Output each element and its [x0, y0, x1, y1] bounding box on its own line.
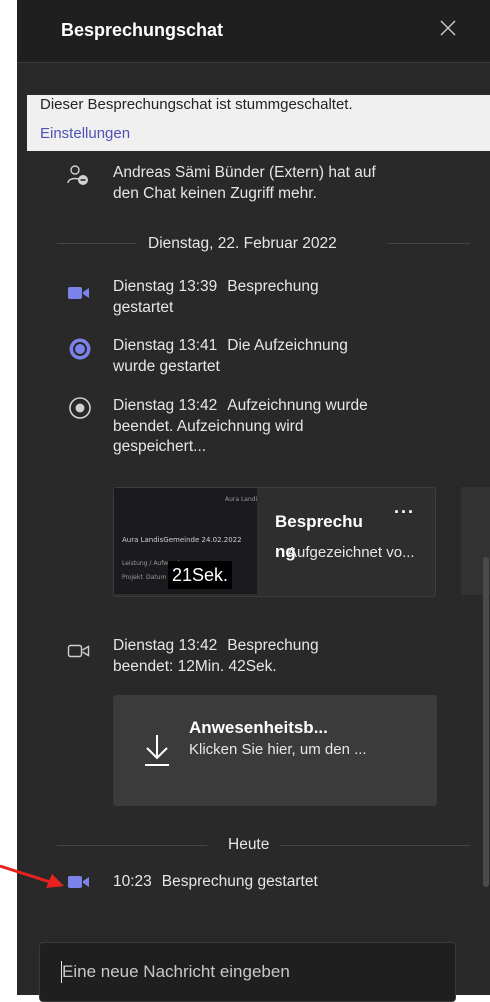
thumbnail-header: Aura Landi [225, 496, 258, 503]
person-removed-icon [67, 165, 88, 185]
today-divider-label: Heute [228, 836, 270, 853]
thumbnail-line: Datum [146, 574, 167, 581]
date-divider-label: Dienstag, 22. Februar 2022 [148, 235, 337, 252]
event-time: Dienstag 13:42 [113, 397, 218, 414]
message-placeholder: Eine neue Nachricht eingeben [62, 962, 290, 981]
recording-icon [69, 338, 91, 360]
today-divider-left [57, 845, 207, 846]
event-time: Dienstag 13:41 [113, 337, 218, 354]
video-camera-icon [68, 287, 89, 299]
recording-card-title: Besprechu [275, 512, 363, 531]
thumbnail-heading: Aura LandisGemeinde 24.02.2022 [122, 536, 242, 544]
thumbnail-line: Projekt [122, 574, 143, 581]
date-divider-left [57, 243, 136, 244]
event-time: Dienstag 13:39 [113, 278, 218, 295]
event-item: 10:23 Besprechung gestartet [113, 872, 383, 893]
today-divider-right [280, 845, 470, 846]
download-icon [145, 735, 169, 766]
close-icon[interactable] [437, 17, 459, 39]
recording-card-subtitle: Aufgezeichnet vo... [287, 544, 415, 561]
event-item: Dienstag 13:42 Aufzeichnung wurde beendet… [113, 396, 383, 458]
scrollbar[interactable] [483, 557, 489, 887]
date-divider-right [387, 243, 470, 244]
muted-banner-text: Dieser Besprechungschat ist stummgeschal… [40, 96, 353, 113]
attendance-card-title: Anwesenheitsb... [189, 718, 328, 737]
event-item: Andreas Sämi Bünder (Extern) hat auf den… [113, 163, 383, 204]
event-item: Dienstag 13:42 Besprechung beendet: 12Min… [113, 636, 383, 677]
duration-badge: 21Sek. [168, 561, 232, 589]
video-camera-outline-icon [67, 644, 90, 658]
stop-recording-icon [69, 397, 91, 419]
meeting-chat-panel: Besprechungschat Dieser Besprechungschat… [17, 0, 490, 995]
event-item: Dienstag 13:41 Die Aufzeichnung wurde ges… [113, 336, 383, 377]
attendance-card-subtitle: Klicken Sie hier, um den ... [189, 741, 367, 758]
settings-link[interactable]: Einstellungen [40, 125, 130, 142]
panel-title: Besprechungschat [61, 20, 224, 40]
annotation-arrow-icon [0, 864, 64, 888]
more-options-button[interactable]: ··· [394, 502, 415, 523]
event-item: Dienstag 13:39 Besprechung gestartet [113, 277, 383, 318]
video-camera-icon [68, 876, 89, 888]
event-text: Andreas Sämi Bünder (Extern) hat auf den… [113, 164, 376, 202]
chat-header: Besprechungschat [17, 0, 490, 63]
event-time: Dienstag 13:42 [113, 637, 218, 654]
event-time: 10:23 [113, 873, 152, 890]
event-text: Besprechung gestartet [161, 873, 318, 890]
